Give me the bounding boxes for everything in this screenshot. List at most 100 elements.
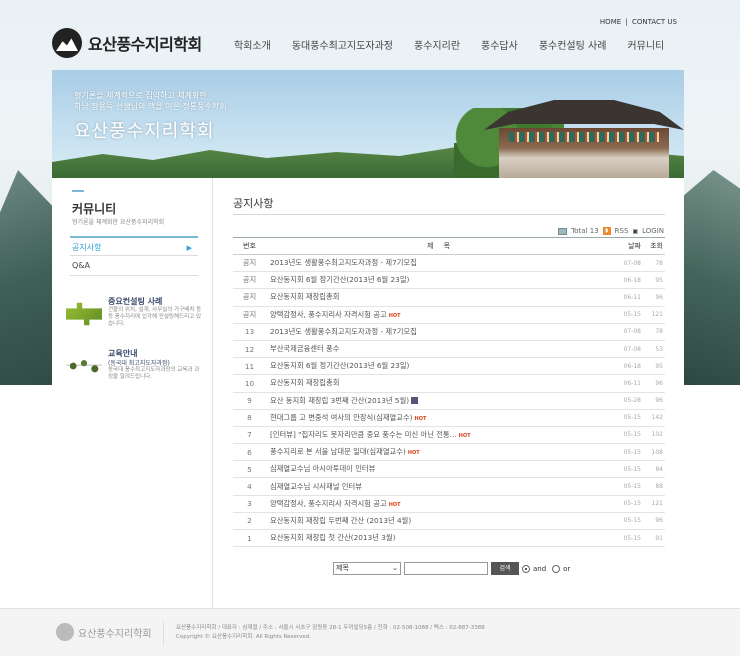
row-subject-link[interactable]: 풍수지리로 본 서울 남대문 일대(심재열교수) HOT [266, 443, 615, 462]
table-row[interactable]: 11 요산동지회 6월 정기간산(2013년 6월 23일) 06-18 95 [233, 357, 665, 376]
radio-or[interactable] [552, 564, 561, 573]
table-row[interactable]: 2 요산동지회 재창립 두번째 간산 (2013년 4월) 05-15 96 [233, 512, 665, 531]
table-row[interactable]: 10 요산동지회 재창립총회 06-11 96 [233, 374, 665, 393]
row-subject-link[interactable]: 요산동지회 재창립총회 [266, 374, 615, 393]
row-num: 5 [233, 460, 266, 479]
row-num: 3 [233, 495, 266, 513]
row-num: 12 [233, 340, 266, 359]
visual-copy: 형기론을 체계적으로 집약하고 체계화한 하남 장용득 선생님의 맥을 이은 정… [74, 91, 227, 111]
util-separator: | [625, 18, 628, 26]
list-icon [558, 227, 568, 235]
table-row[interactable]: 5 심재열교수님 아시아투데이 인터뷰 05-15 84 [233, 460, 665, 479]
table-row[interactable]: 3 양택감정사, 풍수지리사 자격시험 공고 HOT 05-15 121 [233, 495, 665, 513]
sidebar-title-accent [72, 190, 84, 192]
rss-link[interactable]: RSS [615, 227, 629, 235]
search-input[interactable] [404, 562, 488, 575]
nav-item-field-trip[interactable]: 풍수답사 [481, 37, 518, 52]
row-date: 05-15 [615, 495, 645, 513]
sidebar-item-qna[interactable]: Q&A [70, 256, 198, 276]
row-subject-link[interactable]: [인터뷰] "집자리도 못자리만큼 중요 풍수는 미신 아닌 전통... HOT [266, 426, 615, 445]
footer: 요산풍수지리학회 요산풍수지리학회 / 대표자 : 심재열 / 주소 : 서울시… [0, 608, 740, 656]
login-link[interactable]: LOGIN [642, 227, 664, 235]
search-field-select[interactable]: 제목 ⌄ [333, 562, 401, 575]
table-row[interactable]: 공지 2013년도 생활풍수최고지도자과정 - 제7기모집 07-08 78 [233, 254, 665, 273]
file-attachment-icon [411, 397, 419, 405]
row-date: 05-15 [615, 477, 645, 496]
row-num: 10 [233, 374, 266, 393]
row-subject-link[interactable]: 요산 동지회 재창립 3번째 간산(2013년 5월) [266, 392, 615, 410]
row-views: 108 [645, 443, 665, 462]
nav-item-course[interactable]: 동대풍수최고지도자과정 [292, 37, 393, 52]
row-views: 96 [645, 512, 665, 531]
row-subject-link[interactable]: 요산동지회 6월 정기간산(2013년 6월 23일) [266, 357, 615, 376]
table-row[interactable]: 1 요산동지회 재창립 첫 간산(2013년 3월) 05-15 91 [233, 529, 665, 548]
row-subject-link[interactable]: 요산동지회 재창립총회 [266, 288, 615, 307]
sidebar-item-notice[interactable]: 공지사항 ▶ [70, 236, 198, 256]
table-row[interactable]: 6 풍수지리로 본 서울 남대문 일대(심재열교수) HOT 05-15 108 [233, 443, 665, 462]
table-row[interactable]: 4 심재열교수님 시사재널 인터뷰 05-15 88 [233, 477, 665, 496]
row-subject-link[interactable]: 심재열교수님 시사재널 인터뷰 [266, 477, 615, 496]
table-row[interactable]: 공지 요산동지회 6월 정기간산(2013년 6월 23일) 06-18 95 [233, 271, 665, 290]
row-num: 11 [233, 357, 266, 376]
table-row[interactable]: 공지 양택감정사, 풍수지리사 자격시험 공고 HOT 05-15 121 [233, 306, 665, 324]
table-row[interactable]: 공지 요산동지회 재창립총회 06-11 96 [233, 288, 665, 307]
arrow-right-icon: ▶ [186, 244, 192, 252]
hot-badge: HOT [407, 450, 420, 457]
table-header: 번호 제 목 날짜 조회 [233, 237, 665, 255]
title-divider [233, 214, 665, 215]
promo-education[interactable]: 교육안내 (동국대 최고지도자과정) 동국대 풍수최고지도자과정의 교육과 과정… [66, 348, 206, 396]
row-views: 121 [645, 306, 665, 324]
total-count: Total 13 [571, 227, 599, 235]
row-date: 07-08 [615, 254, 645, 273]
main-visual-banner: 형기론을 체계적으로 집약하고 체계화한 하남 장용득 선생님의 맥을 이은 정… [52, 70, 684, 178]
table-row[interactable]: 8 현대그룹 고 변중석 여사의 안장식(심재열교수) HOT 05-15 142 [233, 409, 665, 427]
search-button[interactable]: 검색 [491, 562, 519, 575]
table-row[interactable]: 13 2013년도 생활풍수최고지도자과정 - 제7기모집 07-08 78 [233, 323, 665, 341]
row-subject-link[interactable]: 요산동지회 6월 정기간산(2013년 6월 23일) [266, 271, 615, 290]
row-num: 공지 [233, 288, 266, 307]
nav-item-about[interactable]: 학회소개 [234, 37, 271, 52]
table-row[interactable]: 9 요산 동지회 재창립 3번째 간산(2013년 5월) 05-28 96 [233, 392, 665, 410]
row-num: 13 [233, 323, 266, 341]
row-subject-link[interactable]: 2013년도 생활풍수최고지도자과정 - 제7기모집 [266, 254, 615, 273]
row-num: 공지 [233, 271, 266, 290]
rss-icon[interactable]: ◗ [602, 227, 611, 235]
table-row[interactable]: 12 부산국제금융센터 풍수 07-08 53 [233, 340, 665, 359]
row-views: 53 [645, 340, 665, 359]
row-subject-link[interactable]: 양택감정사, 풍수지리사 자격시험 공고 HOT [266, 306, 615, 324]
footer-logo: 요산풍수지리학회 [56, 623, 152, 641]
row-subject-link[interactable]: 2013년도 생활풍수최고지도자과정 - 제7기모집 [266, 323, 615, 341]
row-date: 07-08 [615, 340, 645, 359]
contact-link[interactable]: CONTACT US [632, 18, 677, 26]
row-subject-link[interactable]: 현대그룹 고 변중석 여사의 안장식(심재열교수) HOT [266, 409, 615, 427]
row-subject-link[interactable]: 부산국제금융센터 풍수 [266, 340, 615, 359]
site-logo[interactable]: 요산풍수지리학회 [52, 28, 202, 58]
promo-consulting[interactable]: 중요컨설팅 사례 건물의 위치, 설계, 사무실의 가구배치 등등 풍수지리에 … [66, 296, 206, 344]
mountain-right-image [675, 170, 740, 385]
promo-education-desc: 동국대 풍수최고지도자과정의 교육과 과정을 알려드립니다. [108, 367, 200, 380]
page-title: 공지사항 [233, 197, 274, 210]
board-meta: Total 13 ◗ RSS ▣ LOGIN [558, 227, 664, 235]
radio-and[interactable] [522, 564, 530, 573]
utility-links: HOME | CONTACT US [599, 18, 678, 26]
row-subject-link[interactable]: 요산동지회 재창립 두번째 간산 (2013년 4월) [266, 512, 615, 531]
row-date: 05-15 [615, 512, 645, 531]
row-subject-link[interactable]: 양택감정사, 풍수지리사 자격시험 공고 HOT [266, 495, 615, 513]
table-row[interactable]: 7 [인터뷰] "집자리도 못자리만큼 중요 풍수는 미신 아닌 전통... HOT… [233, 426, 665, 445]
home-link[interactable]: HOME [600, 18, 621, 26]
row-subject-link[interactable]: 요산동지회 재창립 첫 간산(2013년 3월) [266, 529, 615, 548]
logo-mountain-icon [52, 28, 82, 58]
hot-badge: HOT [388, 501, 401, 508]
board-content: 공지사항 Total 13 ◗ RSS ▣ LOGIN 번호 제 목 날짜 조회… [212, 178, 684, 608]
nav-item-community[interactable]: 커뮤니티 [627, 37, 664, 52]
row-views: 95 [645, 271, 665, 290]
hanok-hall-image [499, 128, 669, 178]
row-subject-link[interactable]: 심재열교수님 아시아투데이 인터뷰 [266, 460, 615, 479]
hot-badge: HOT [458, 432, 471, 439]
row-num: 9 [233, 392, 266, 410]
nav-item-pungsu[interactable]: 풍수지리란 [414, 37, 460, 52]
row-date: 05-15 [615, 443, 645, 462]
nav-item-consulting[interactable]: 풍수컨설팅 사례 [539, 37, 607, 52]
radio-and-label: and [533, 564, 547, 573]
main-nav: 학회소개 동대풍수최고지도자과정 풍수지리란 풍수답사 풍수컨설팅 사례 커뮤니… [234, 37, 685, 52]
